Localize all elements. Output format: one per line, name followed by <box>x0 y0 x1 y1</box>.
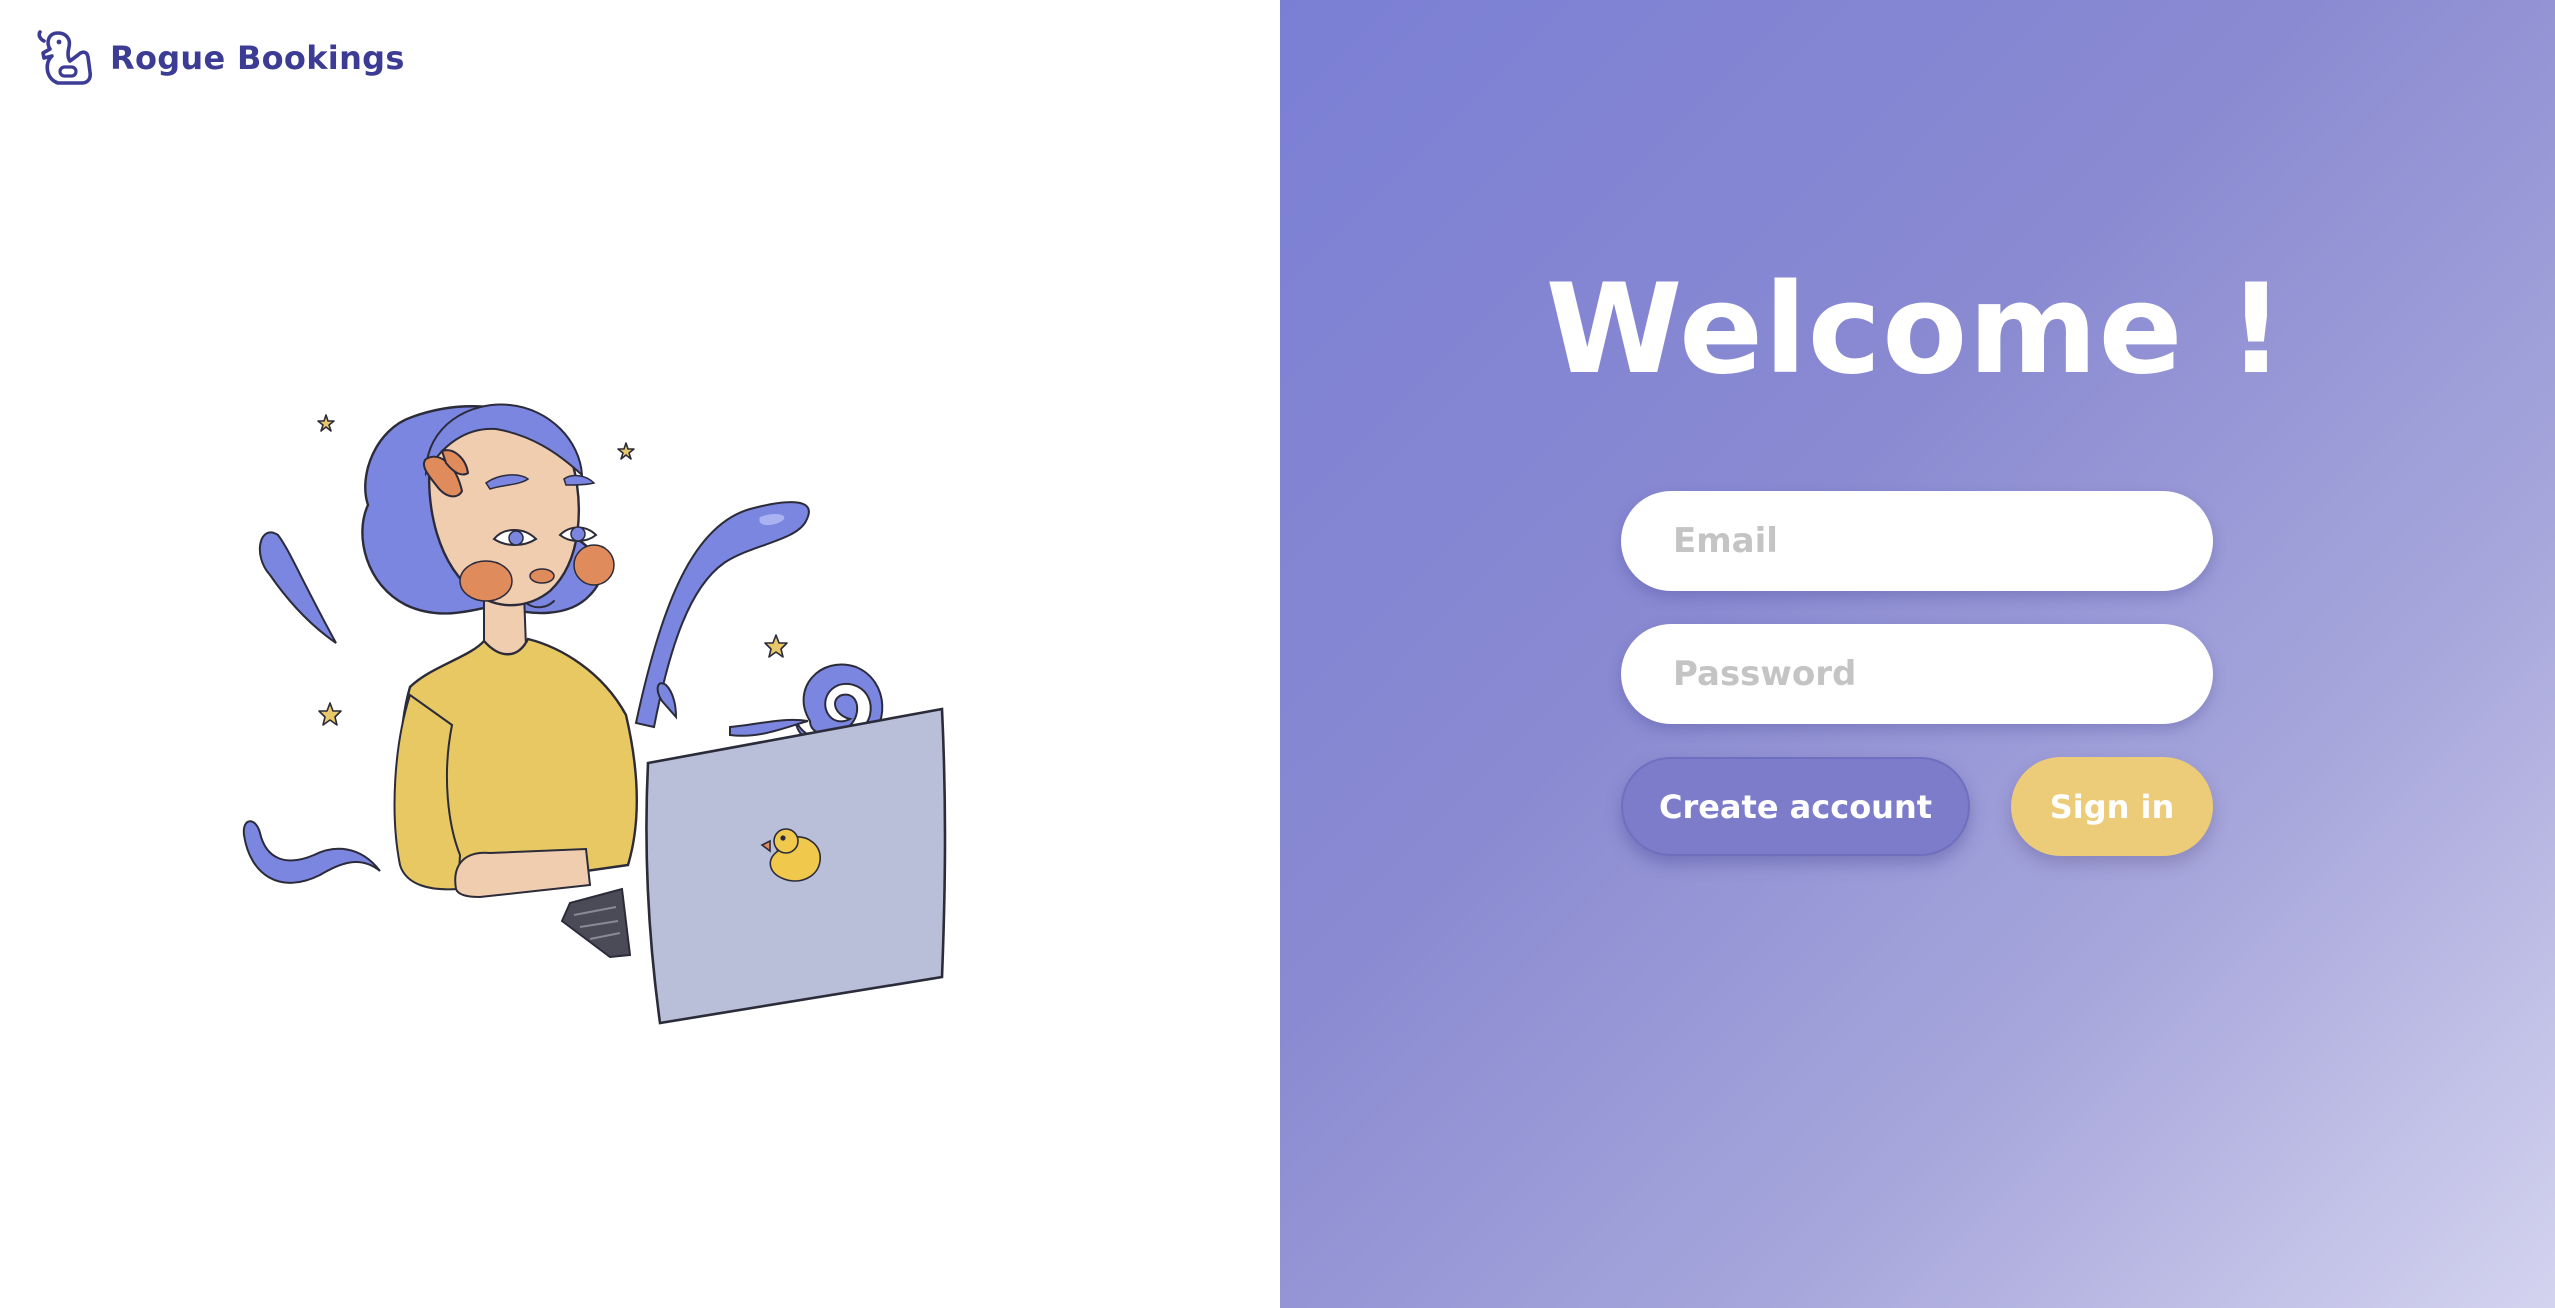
password-input[interactable] <box>1621 624 2213 724</box>
rubber-duck-logo-icon <box>37 30 93 85</box>
login-panel: Welcome ! Create account Sign in <box>1280 0 2555 1308</box>
brand-name: Rogue Bookings <box>110 39 405 77</box>
create-account-button[interactable]: Create account <box>1621 757 1970 856</box>
page: Rogue Bookings Welcome ! Email Create ac… <box>0 0 2555 1308</box>
welcome-heading: Welcome ! <box>1545 258 2286 402</box>
illustration-panel: Rogue Bookings <box>0 0 1280 1308</box>
brand[interactable]: Rogue Bookings <box>34 27 405 89</box>
woman-with-laptop-illustration <box>242 403 947 1025</box>
sign-in-button[interactable]: Sign in <box>2011 757 2213 856</box>
email-input[interactable] <box>1621 491 2213 591</box>
